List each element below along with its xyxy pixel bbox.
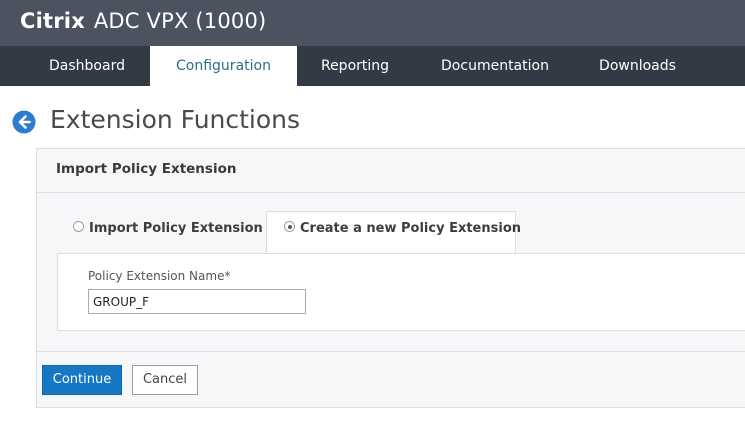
import-extension-panel: Import Policy Extension Import Policy Ex… xyxy=(36,148,745,408)
tab-configuration[interactable]: Configuration xyxy=(150,46,297,86)
page-title: Extension Functions xyxy=(50,105,301,134)
extension-form: Policy Extension Name* xyxy=(57,253,745,331)
cancel-button[interactable]: Cancel xyxy=(132,365,198,395)
option-create-extension[interactable]: Create a new Policy Extension xyxy=(266,211,521,253)
extension-name-input[interactable] xyxy=(88,289,306,314)
panel-title: Import Policy Extension xyxy=(56,161,237,177)
radio-create-icon[interactable] xyxy=(284,221,295,232)
panel-header: Import Policy Extension xyxy=(37,149,745,193)
footer-divider xyxy=(37,351,745,352)
main-nav: Dashboard Configuration Reporting Docume… xyxy=(0,46,745,86)
continue-button[interactable]: Continue xyxy=(42,365,122,395)
back-arrow-icon[interactable] xyxy=(12,110,36,134)
product-title: Citrix ADC VPX (1000) xyxy=(20,9,266,33)
app-header: Citrix ADC VPX (1000) xyxy=(0,0,745,46)
option-create-label: Create a new Policy Extension xyxy=(300,221,522,236)
tab-reporting[interactable]: Reporting xyxy=(305,46,405,86)
radio-import-icon[interactable] xyxy=(73,221,84,232)
tab-documentation[interactable]: Documentation xyxy=(425,46,565,86)
tab-dashboard[interactable]: Dashboard xyxy=(27,46,147,86)
brand-name: Citrix xyxy=(20,9,85,33)
tab-downloads[interactable]: Downloads xyxy=(585,46,690,86)
option-import-label: Import Policy Extension xyxy=(89,221,263,236)
extension-name-label: Policy Extension Name* xyxy=(88,269,231,283)
option-import-extension[interactable]: Import Policy Extension xyxy=(67,211,277,253)
product-name: ADC VPX (1000) xyxy=(93,9,267,33)
